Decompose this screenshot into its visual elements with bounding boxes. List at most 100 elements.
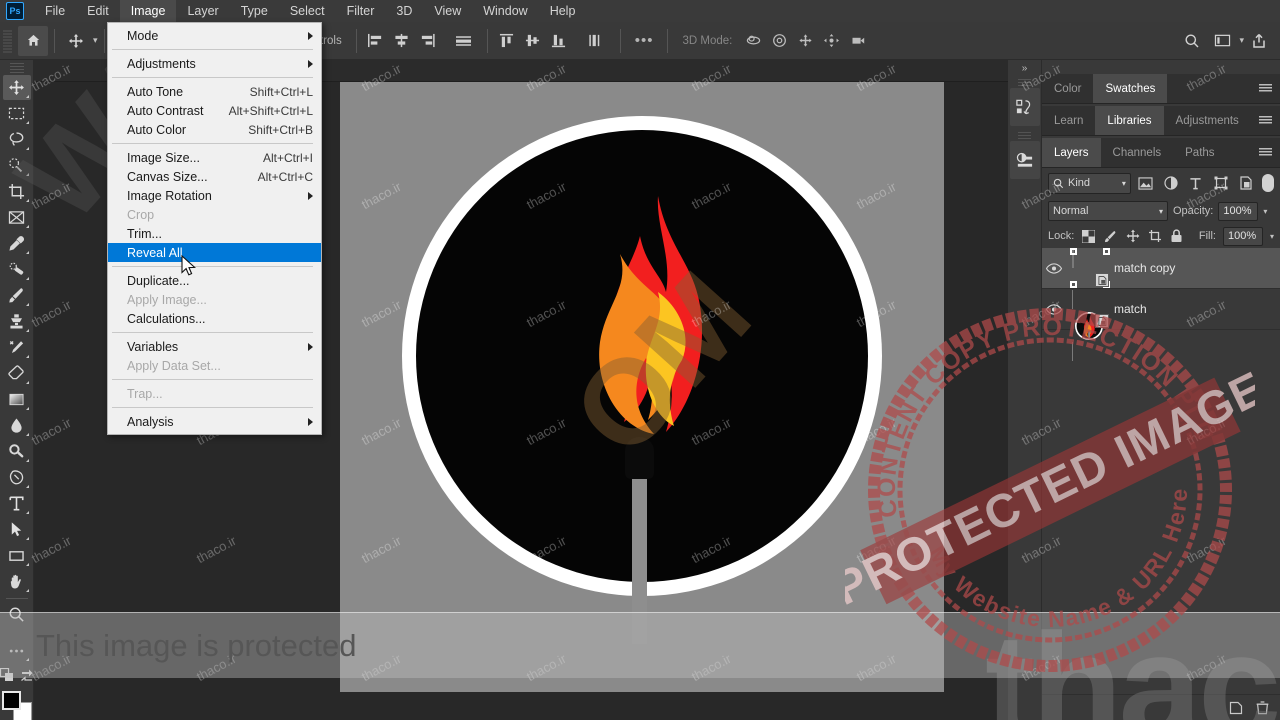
- share-icon[interactable]: [1244, 26, 1274, 56]
- rail-grip-2[interactable]: [1018, 132, 1031, 140]
- healing-brush-tool-icon[interactable]: [3, 257, 31, 282]
- menu-item-edit[interactable]: Edit: [76, 0, 120, 22]
- menu-option-calculations[interactable]: Calculations...: [108, 309, 321, 328]
- tab-learn[interactable]: Learn: [1042, 106, 1096, 135]
- filter-type-layers-icon[interactable]: [1185, 172, 1206, 194]
- panel-grip-row[interactable]: [1042, 60, 1280, 74]
- brush-tool-icon[interactable]: [3, 283, 31, 308]
- eyedropper-tool-icon[interactable]: [3, 231, 31, 256]
- hand-tool-icon[interactable]: [3, 569, 31, 594]
- menu-item-select[interactable]: Select: [279, 0, 336, 22]
- menu-option-variables[interactable]: Variables: [108, 337, 321, 356]
- lock-all-icon[interactable]: [1169, 229, 1184, 244]
- clone-stamp-tool-icon[interactable]: [3, 309, 31, 334]
- color-swatches[interactable]: [1, 691, 32, 720]
- filter-shape-layers-icon[interactable]: [1210, 172, 1231, 194]
- lock-position-icon[interactable]: [1125, 229, 1140, 244]
- align-horizontal-centers-icon[interactable]: [389, 28, 415, 54]
- layer-thumbnail[interactable]: [1070, 248, 1110, 288]
- delete-layer-icon[interactable]: [1254, 700, 1270, 716]
- move-tool-icon[interactable]: [61, 26, 91, 56]
- menu-item-3d[interactable]: 3D: [385, 0, 423, 22]
- foreground-color-swatch[interactable]: [1, 691, 21, 711]
- lock-image-pixels-icon[interactable]: [1103, 229, 1118, 244]
- layer-filter-toggle[interactable]: [1262, 174, 1274, 192]
- menu-option-adjustments[interactable]: Adjustments: [108, 54, 321, 73]
- tab-paths[interactable]: Paths: [1173, 138, 1227, 167]
- camera-3d-icon[interactable]: [844, 28, 870, 54]
- rail-grip-1[interactable]: [1018, 79, 1031, 87]
- libraries-rail-icon[interactable]: [1009, 88, 1040, 126]
- crop-tool-icon[interactable]: [3, 179, 31, 204]
- tab-swatches[interactable]: Swatches: [1093, 74, 1168, 103]
- new-layer-icon[interactable]: [1228, 700, 1244, 716]
- filter-adjustment-layers-icon[interactable]: [1160, 172, 1181, 194]
- fill-chevron-down-icon[interactable]: ▾: [1270, 232, 1274, 241]
- adjustments-rail-icon[interactable]: [1009, 141, 1040, 179]
- layer-visibility-eye-icon[interactable]: [1042, 262, 1066, 274]
- move-tool-icon[interactable]: [2, 74, 31, 100]
- pen-tool-icon[interactable]: [3, 465, 31, 490]
- more-options-button[interactable]: •••: [627, 32, 662, 49]
- align-right-edges-icon[interactable]: [415, 28, 441, 54]
- tool-preset-chevron-down-icon[interactable]: ▾: [93, 35, 98, 46]
- opacity-value[interactable]: 100%: [1218, 201, 1259, 221]
- layer-filter-kind-select[interactable]: Kind ▾: [1048, 172, 1131, 194]
- align-left-edges-icon[interactable]: [363, 28, 389, 54]
- menu-item-help[interactable]: Help: [539, 0, 587, 22]
- path-selection-tool-icon[interactable]: [3, 517, 31, 542]
- menu-option-canvas-size[interactable]: Canvas Size... Alt+Ctrl+C: [108, 167, 321, 186]
- home-icon[interactable]: [18, 25, 48, 56]
- roll-3d-icon[interactable]: [766, 28, 792, 54]
- panel-menu-icon-2[interactable]: [1251, 106, 1280, 135]
- rectangular-marquee-tool-icon[interactable]: [3, 101, 31, 126]
- frame-tool-icon[interactable]: [3, 205, 31, 230]
- menu-option-reveal-all[interactable]: Reveal All: [108, 243, 321, 262]
- menu-item-type[interactable]: Type: [230, 0, 279, 22]
- tab-layers[interactable]: Layers: [1042, 138, 1101, 167]
- image-menu-dropdown[interactable]: Mode Adjustments Auto Tone Shift+Ctrl+L Auto…: [107, 22, 322, 435]
- menu-option-image-size[interactable]: Image Size... Alt+Ctrl+I: [108, 148, 321, 167]
- dodge-tool-icon[interactable]: [3, 439, 31, 464]
- menu-option-trim[interactable]: Trim...: [108, 224, 321, 243]
- quick-selection-tool-icon[interactable]: [3, 153, 31, 178]
- chevron-down-icon[interactable]: ▾: [1122, 179, 1126, 188]
- blur-tool-icon[interactable]: [3, 413, 31, 438]
- workspace-icon[interactable]: [1207, 26, 1237, 56]
- collapse-panels-icon[interactable]: »: [1022, 60, 1028, 76]
- distribute-horizontally-icon[interactable]: [451, 28, 477, 54]
- filter-pixel-layers-icon[interactable]: [1135, 172, 1156, 194]
- lock-artboard-nesting-icon[interactable]: [1147, 229, 1162, 244]
- gradient-tool-icon[interactable]: [3, 387, 31, 412]
- menu-item-view[interactable]: View: [423, 0, 472, 22]
- tab-channels[interactable]: Channels: [1100, 138, 1174, 167]
- align-top-edges-icon[interactable]: [494, 28, 520, 54]
- menu-item-layer[interactable]: Layer: [176, 0, 229, 22]
- align-vertical-centers-icon[interactable]: [520, 28, 546, 54]
- type-tool-icon[interactable]: [3, 491, 31, 516]
- history-brush-tool-icon[interactable]: [3, 335, 31, 360]
- menu-option-auto-tone[interactable]: Auto Tone Shift+Ctrl+L: [108, 82, 321, 101]
- panel-menu-icon[interactable]: [1251, 74, 1280, 103]
- menu-option-auto-color[interactable]: Auto Color Shift+Ctrl+B: [108, 120, 321, 139]
- distribute-vertically-icon[interactable]: [582, 28, 608, 54]
- menu-item-filter[interactable]: Filter: [336, 0, 386, 22]
- tab-adjustments[interactable]: Adjustments: [1163, 106, 1251, 135]
- menu-item-image[interactable]: Image: [119, 0, 177, 22]
- layer-name[interactable]: match copy: [1114, 261, 1175, 275]
- slide-3d-icon[interactable]: [818, 28, 844, 54]
- filter-smart-objects-icon[interactable]: [1235, 172, 1256, 194]
- table-row[interactable]: match copy: [1042, 248, 1280, 289]
- menu-option-mode[interactable]: Mode: [108, 26, 321, 45]
- lasso-tool-icon[interactable]: [3, 127, 31, 152]
- rectangle-tool-icon[interactable]: [3, 543, 31, 568]
- menu-option-duplicate[interactable]: Duplicate...: [108, 271, 321, 290]
- menu-option-analysis[interactable]: Analysis: [108, 412, 321, 431]
- tools-panel-grip[interactable]: [9, 63, 24, 73]
- fill-value[interactable]: 100%: [1222, 226, 1263, 246]
- tab-color[interactable]: Color: [1042, 74, 1094, 103]
- menu-option-auto-contrast[interactable]: Auto Contrast Alt+Shift+Ctrl+L: [108, 101, 321, 120]
- search-icon[interactable]: [1177, 26, 1207, 56]
- panel-menu-icon-3[interactable]: [1251, 138, 1280, 167]
- menu-item-window[interactable]: Window: [472, 0, 538, 22]
